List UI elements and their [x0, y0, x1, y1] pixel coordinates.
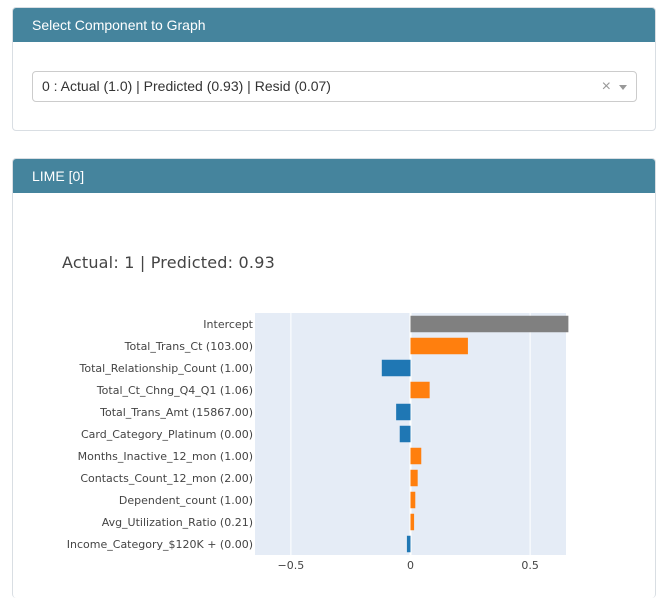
lime-card: LIME [0] Actual: 1 | Predicted: 0.93 Int…	[12, 158, 656, 598]
y-tick-label: Intercept	[203, 318, 253, 331]
y-tick-label: Total_Trans_Ct (103.00)	[124, 340, 253, 353]
x-tick-label: −0.5	[278, 559, 305, 572]
y-tick-label: Total_Relationship_Count (1.00)	[79, 362, 253, 375]
y-tick-label: Contacts_Count_12_mon (2.00)	[80, 472, 253, 485]
select-component-card: Select Component to Graph 0 : Actual (1.…	[12, 7, 656, 131]
y-tick-label: Dependent_count (1.00)	[119, 494, 253, 507]
bar-7	[410, 469, 418, 487]
y-tick-label: Total_Ct_Chng_Q4_Q1 (1.06)	[96, 384, 253, 397]
y-tick-label: Card_Category_Platinum (0.00)	[81, 428, 253, 441]
chevron-down-icon[interactable]	[619, 85, 627, 90]
component-select-value: 0 : Actual (1.0) | Predicted (0.93) | Re…	[42, 78, 331, 94]
bar-4	[396, 403, 411, 421]
bar-0	[410, 315, 569, 333]
y-tick-label: Months_Inactive_12_mon (1.00)	[78, 450, 253, 463]
bar-5	[399, 425, 411, 443]
x-tick-label: 0	[407, 559, 414, 572]
bar-6	[410, 447, 422, 465]
bar-1	[410, 337, 468, 355]
select-component-header: Select Component to Graph	[13, 8, 655, 42]
y-tick-label: Income_Category_$120K + (0.00)	[67, 538, 253, 551]
clear-selection-icon[interactable]: ×	[602, 72, 611, 101]
y-tick-label: Avg_Utilization_Ratio (0.21)	[102, 516, 253, 529]
bar-9	[410, 513, 415, 531]
bar-8	[410, 491, 416, 509]
y-tick-label: Total_Trans_Amt (15867.00)	[99, 406, 253, 419]
lime-bar-chart: Intercept Total_Trans_Ct (103.00) Total_Re…	[67, 313, 569, 572]
x-tick-label: 0.5	[521, 559, 539, 572]
bar-2	[381, 359, 411, 377]
bar-10	[406, 535, 411, 553]
component-select-dropdown[interactable]: 0 : Actual (1.0) | Predicted (0.93) | Re…	[32, 71, 637, 102]
bar-3	[410, 381, 430, 399]
